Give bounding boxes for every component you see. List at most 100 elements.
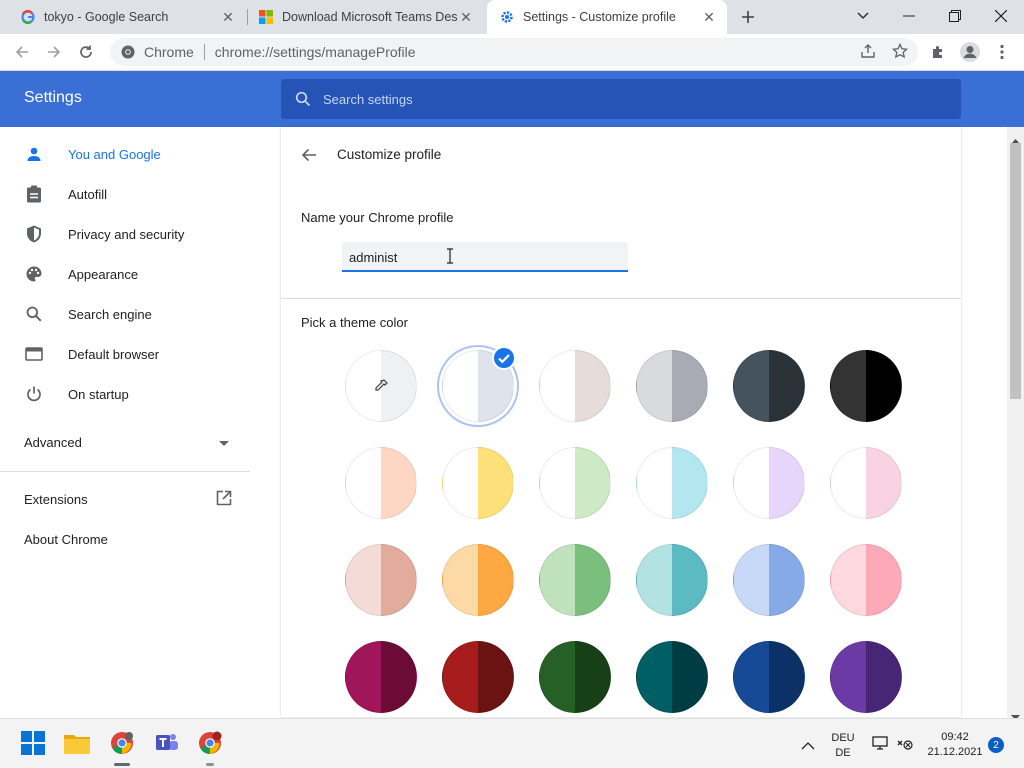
settings-gear-icon bbox=[499, 9, 515, 25]
file-explorer-icon[interactable] bbox=[63, 729, 91, 757]
theme-color-swatch[interactable] bbox=[830, 544, 902, 616]
theme-color-swatch[interactable] bbox=[539, 447, 611, 519]
sidebar-item-label: Autofill bbox=[68, 186, 108, 202]
tab-title: Download Microsoft Teams Desk bbox=[282, 10, 458, 24]
sidebar-item-extensions[interactable]: Extensions bbox=[0, 479, 250, 519]
theme-color-swatch[interactable] bbox=[442, 544, 514, 616]
clipboard-icon bbox=[24, 184, 44, 204]
theme-color-swatch[interactable] bbox=[733, 447, 805, 519]
profile-name-input[interactable]: administ bbox=[342, 242, 628, 272]
sidebar-item-label: Default browser bbox=[68, 346, 160, 362]
profile-name-value: administ bbox=[349, 250, 398, 265]
back-arrow-icon[interactable] bbox=[8, 38, 36, 66]
theme-color-swatch[interactable] bbox=[636, 641, 708, 713]
chrome-profile-taskbar-icon[interactable] bbox=[196, 729, 224, 757]
search-settings-field[interactable]: Search settings bbox=[281, 79, 961, 119]
sidebar-item-label: Appearance bbox=[68, 266, 139, 282]
reload-icon[interactable] bbox=[72, 38, 100, 66]
extensions-puzzle-icon[interactable] bbox=[924, 38, 952, 66]
running-app-indicator bbox=[206, 763, 214, 766]
search-icon bbox=[295, 91, 311, 107]
sidebar-item-about-chrome[interactable]: About Chrome bbox=[0, 519, 250, 559]
browser-window-icon bbox=[24, 344, 44, 364]
theme-color-swatch[interactable] bbox=[345, 447, 417, 519]
scrollbar-thumb[interactable] bbox=[1010, 143, 1021, 399]
theme-color-swatch[interactable] bbox=[539, 641, 611, 713]
theme-color-swatch[interactable] bbox=[345, 641, 417, 713]
theme-color-swatch[interactable] bbox=[539, 350, 611, 422]
theme-color-swatch[interactable] bbox=[830, 641, 902, 713]
theme-color-swatch[interactable] bbox=[539, 544, 611, 616]
profile-avatar-icon[interactable] bbox=[956, 38, 984, 66]
search-icon bbox=[24, 304, 44, 324]
theme-color-swatch[interactable] bbox=[442, 641, 514, 713]
minimize-icon[interactable] bbox=[886, 0, 932, 32]
sidebar-item-you-and-google[interactable]: You and Google bbox=[0, 134, 250, 174]
tray-chevron-up-icon[interactable] bbox=[801, 737, 815, 755]
sidebar-item-appearance[interactable]: Appearance bbox=[0, 254, 250, 294]
sidebar-item-label: Extensions bbox=[24, 491, 88, 507]
close-window-icon[interactable] bbox=[978, 0, 1024, 32]
theme-color-swatch[interactable] bbox=[442, 447, 514, 519]
palette-icon bbox=[24, 264, 44, 284]
name-label: Name your Chrome profile bbox=[301, 210, 454, 225]
custom-color-picker[interactable] bbox=[345, 350, 417, 422]
share-icon[interactable] bbox=[860, 43, 876, 62]
page-title: Customize profile bbox=[337, 147, 442, 162]
sidebar-item-advanced[interactable]: Advanced bbox=[0, 422, 250, 462]
tab-google-search[interactable]: tokyo - Google Search ✕ bbox=[10, 0, 246, 34]
tab-title: Settings - Customize profile bbox=[523, 10, 676, 24]
customize-profile-card: Customize profile Name your Chrome profi… bbox=[281, 127, 961, 717]
theme-color-swatch[interactable] bbox=[636, 447, 708, 519]
theme-color-swatch[interactable] bbox=[636, 544, 708, 616]
omnibox-site-chip: Chrome bbox=[144, 44, 194, 60]
theme-color-swatch[interactable] bbox=[733, 350, 805, 422]
back-arrow-icon[interactable] bbox=[299, 145, 319, 165]
language-indicator[interactable]: DEU DE bbox=[830, 731, 856, 761]
teams-icon[interactable] bbox=[153, 729, 181, 757]
restore-icon[interactable] bbox=[932, 0, 978, 32]
theme-color-swatch[interactable] bbox=[733, 544, 805, 616]
omnibox-url[interactable]: chrome://settings/manageProfile bbox=[215, 44, 416, 60]
windows-start-icon[interactable] bbox=[19, 729, 47, 757]
person-icon bbox=[24, 144, 44, 164]
sidebar-item-label: Search engine bbox=[68, 306, 152, 322]
new-tab-icon[interactable] bbox=[734, 3, 762, 31]
theme-color-swatch[interactable] bbox=[733, 641, 805, 713]
tab-settings-active[interactable]: Settings - Customize profile ✕ bbox=[487, 0, 727, 34]
clock[interactable]: 09:42 21.12.2021 bbox=[920, 730, 990, 760]
search-placeholder: Search settings bbox=[323, 91, 413, 107]
sidebar-item-search-engine[interactable]: Search engine bbox=[0, 294, 250, 334]
sidebar-item-label: Privacy and security bbox=[68, 226, 185, 242]
theme-color-swatch[interactable] bbox=[830, 447, 902, 519]
power-icon bbox=[24, 384, 44, 404]
settings-header: Settings Search settings bbox=[0, 71, 1024, 127]
omnibox[interactable]: Chrome chrome://settings/manageProfile bbox=[110, 38, 918, 66]
tab-search-chevron-icon[interactable] bbox=[840, 0, 886, 32]
theme-color-swatch[interactable] bbox=[830, 350, 902, 422]
display-icon[interactable] bbox=[872, 736, 888, 755]
close-tab-icon[interactable]: ✕ bbox=[458, 9, 474, 25]
theme-label: Pick a theme color bbox=[301, 315, 408, 330]
tab-teams-download[interactable]: Download Microsoft Teams Desk ✕ bbox=[248, 0, 484, 34]
sidebar-item-on-startup[interactable]: On startup bbox=[0, 374, 250, 414]
theme-color-swatch[interactable] bbox=[636, 350, 708, 422]
close-tab-icon[interactable]: ✕ bbox=[220, 9, 236, 25]
forward-arrow-icon[interactable] bbox=[40, 38, 68, 66]
notification-badge[interactable]: 2 bbox=[988, 737, 1004, 753]
sidebar-item-privacy[interactable]: Privacy and security bbox=[0, 214, 250, 254]
network-disconnected-icon[interactable] bbox=[897, 736, 913, 755]
menu-kebab-icon[interactable] bbox=[988, 38, 1016, 66]
shield-icon bbox=[24, 224, 44, 244]
theme-color-swatch[interactable] bbox=[345, 544, 417, 616]
omnibox-separator bbox=[203, 44, 205, 60]
sidebar-item-autofill[interactable]: Autofill bbox=[0, 174, 250, 214]
tab-title: tokyo - Google Search bbox=[44, 10, 169, 24]
language-code: DEU bbox=[831, 732, 855, 744]
sidebar-item-default-browser[interactable]: Default browser bbox=[0, 334, 250, 374]
page-scrollbar[interactable] bbox=[1007, 127, 1024, 720]
close-tab-icon[interactable]: ✕ bbox=[701, 9, 717, 25]
chrome-taskbar-icon[interactable] bbox=[108, 729, 136, 757]
settings-title: Settings bbox=[24, 89, 82, 106]
bookmark-star-icon[interactable] bbox=[891, 42, 909, 62]
